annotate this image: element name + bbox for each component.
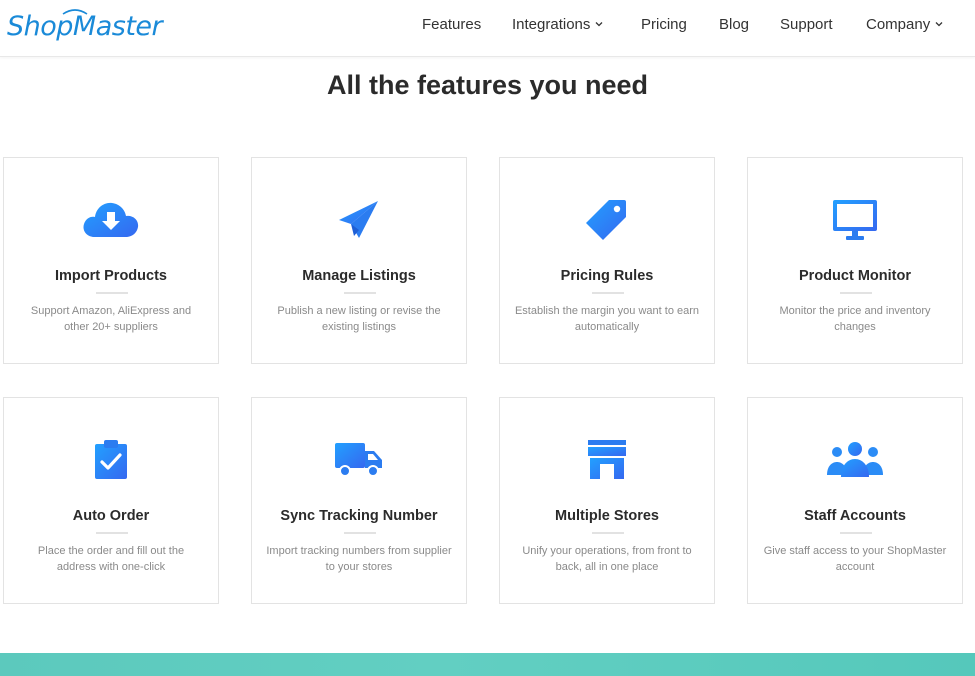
- nav-blog-label: Blog: [719, 16, 750, 33]
- chevron-down-icon: [935, 22, 943, 27]
- clipboard-check-icon: [95, 440, 127, 479]
- title-divider: [96, 292, 128, 294]
- cloud-download-icon: [83, 202, 139, 237]
- top-navbar: ShopMaster Features Integrations Pricing…: [0, 0, 975, 57]
- title-divider: [344, 292, 376, 294]
- nav-company-label: Company: [866, 16, 931, 33]
- feature-description: Place the order and fill out the address…: [37, 545, 185, 573]
- title-divider: [592, 292, 624, 294]
- feature-card-staff-accounts: Staff Accounts Give staff access to your…: [747, 397, 963, 604]
- feature-description: Support Amazon, AliExpress and other 20+…: [30, 305, 192, 333]
- nav-support-label: Support: [780, 16, 833, 33]
- feature-description: Unify your operations, from front to bac…: [522, 545, 692, 573]
- feature-title: Pricing Rules: [560, 268, 654, 284]
- nav-features[interactable]: Features: [422, 16, 481, 33]
- title-divider: [592, 532, 624, 534]
- feature-card-pricing-rules: Pricing Rules Establish the margin you w…: [499, 157, 715, 364]
- users-group-icon: [827, 442, 883, 477]
- feature-title: Import Products: [55, 268, 167, 284]
- feature-title: Manage Listings: [302, 268, 416, 284]
- feature-card-import-products: Import Products Support Amazon, AliExpre…: [3, 157, 219, 364]
- feature-card-product-monitor: Product Monitor Monitor the price and in…: [747, 157, 963, 364]
- svg-text:ShopMaster: ShopMaster: [7, 11, 165, 42]
- feature-title: Auto Order: [72, 508, 150, 524]
- feature-description: Monitor the price and inventory changes: [779, 305, 931, 333]
- feature-title: Multiple Stores: [555, 508, 659, 524]
- feature-description: Give staff access to your ShopMaster acc…: [763, 545, 947, 573]
- nav-company[interactable]: Company: [866, 16, 943, 33]
- main-nav: Features Integrations Pricing Blog Suppo…: [410, 0, 955, 50]
- feature-card-multiple-stores: Multiple Stores Unify your operations, f…: [499, 397, 715, 604]
- price-tag-icon: [586, 200, 626, 240]
- feature-description: Establish the margin you want to earn au…: [514, 305, 700, 333]
- feature-description: Import tracking numbers from supplier to…: [266, 545, 452, 573]
- feature-card-sync-tracking: Sync Tracking Number Import tracking num…: [251, 397, 467, 604]
- nav-pricing-label: Pricing: [641, 16, 687, 33]
- footer-band: [0, 653, 975, 676]
- title-divider: [344, 532, 376, 534]
- feature-title: Product Monitor: [799, 268, 911, 284]
- feature-card-manage-listings: Manage Listings Publish a new listing or…: [251, 157, 467, 364]
- monitor-icon: [833, 200, 877, 240]
- chevron-down-icon: [595, 22, 603, 27]
- shopmaster-logo[interactable]: ShopMaster: [5, 4, 165, 44]
- title-divider: [840, 292, 872, 294]
- title-divider: [96, 532, 128, 534]
- feature-title: Staff Accounts: [804, 508, 906, 524]
- nav-integrations[interactable]: Integrations: [512, 16, 603, 33]
- paper-plane-icon: [339, 201, 378, 238]
- section-heading: All the features you need: [326, 70, 649, 100]
- delivery-truck-icon: [335, 443, 382, 477]
- title-divider: [840, 532, 872, 534]
- storefront-icon: [588, 440, 626, 479]
- feature-description: Publish a new listing or revise the exis…: [277, 305, 441, 333]
- nav-pricing[interactable]: Pricing: [641, 16, 687, 33]
- nav-blog[interactable]: Blog: [719, 16, 749, 33]
- feature-card-auto-order: Auto Order Place the order and fill out …: [3, 397, 219, 604]
- feature-title: Sync Tracking Number: [280, 508, 438, 524]
- nav-support[interactable]: Support: [780, 16, 833, 33]
- nav-features-label: Features: [422, 16, 482, 33]
- nav-integrations-label: Integrations: [512, 16, 591, 33]
